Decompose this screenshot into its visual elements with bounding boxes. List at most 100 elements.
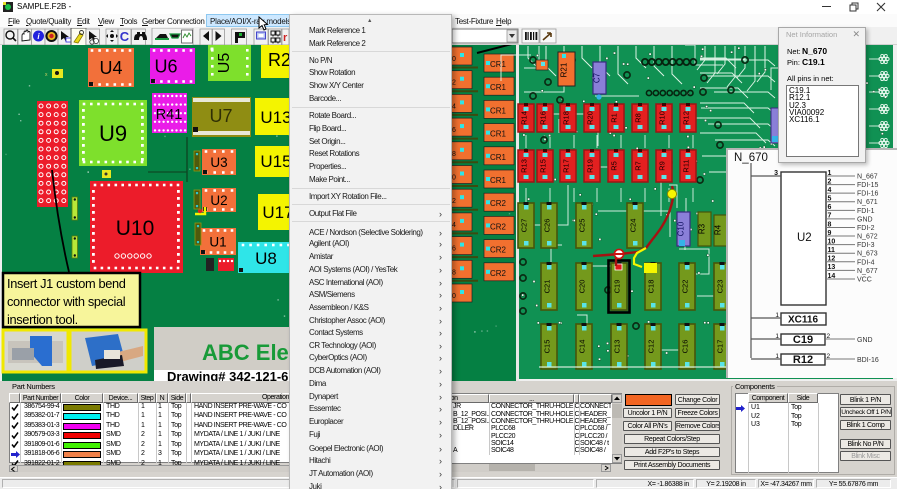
- svg-text:1: 1: [828, 170, 832, 177]
- svg-text:CR2: CR2: [490, 222, 507, 231]
- svg-text:2: 2: [827, 353, 831, 360]
- svg-text:R15: R15: [539, 159, 548, 173]
- svg-text:4: 4: [452, 222, 456, 229]
- svg-text:U6: U6: [154, 56, 177, 76]
- svg-text:6: 6: [828, 204, 832, 211]
- svg-text:R19: R19: [586, 159, 595, 173]
- svg-text:9: 9: [828, 230, 832, 237]
- svg-text:GND: GND: [857, 216, 873, 223]
- svg-text:ABC Elec: ABC Elec: [202, 340, 301, 365]
- svg-text:4: 4: [828, 187, 832, 194]
- svg-text:CR1: CR1: [490, 60, 507, 69]
- svg-text:FDI-4: FDI-4: [857, 259, 875, 266]
- svg-text:5: 5: [828, 196, 832, 203]
- svg-text:U2: U2: [210, 193, 227, 208]
- svg-text:U7: U7: [209, 106, 232, 126]
- svg-text:R21: R21: [560, 62, 569, 77]
- svg-text:FDI-1: FDI-1: [857, 208, 875, 215]
- svg-text:insertion tool.: insertion tool.: [7, 312, 78, 327]
- svg-text:C: C: [120, 29, 130, 44]
- svg-text:1: 1: [775, 353, 779, 360]
- svg-text:R13: R13: [520, 159, 529, 173]
- svg-text:2: 2: [452, 198, 456, 205]
- svg-text:C20: C20: [578, 280, 587, 294]
- svg-text:C21: C21: [543, 280, 552, 294]
- svg-text:FDI-3: FDI-3: [857, 242, 875, 249]
- svg-text:CR1: CR1: [490, 106, 507, 115]
- svg-text:R3: R3: [698, 223, 707, 234]
- svg-text:C19: C19: [793, 334, 813, 346]
- svg-text:R14: R14: [520, 111, 529, 125]
- svg-text:R9: R9: [658, 161, 667, 171]
- svg-text:CR1: CR1: [490, 176, 507, 185]
- svg-text:R2: R2: [268, 50, 291, 70]
- svg-text:C10: C10: [677, 221, 686, 236]
- svg-text:U8: U8: [255, 249, 277, 268]
- svg-text:C13: C13: [613, 340, 622, 354]
- svg-text:U3: U3: [210, 155, 227, 170]
- svg-text:0: 0: [452, 175, 456, 182]
- svg-text:FDI-16: FDI-16: [857, 191, 879, 198]
- svg-text:CR1: CR1: [490, 153, 507, 162]
- svg-text:CR2: CR2: [490, 199, 507, 208]
- svg-text:R16: R16: [539, 111, 548, 125]
- svg-text:6: 6: [452, 246, 456, 253]
- svg-text:C22: C22: [681, 280, 690, 294]
- svg-text:BDI-16: BDI-16: [857, 357, 879, 364]
- svg-text:6: 6: [452, 127, 456, 134]
- svg-text:R12: R12: [682, 111, 691, 125]
- svg-text:C7: C7: [593, 72, 602, 83]
- svg-text:VCC: VCC: [857, 276, 872, 283]
- svg-text:CR2: CR2: [490, 246, 507, 255]
- svg-text:R8: R8: [634, 113, 643, 123]
- svg-text:11: 11: [828, 247, 836, 254]
- svg-text:R17: R17: [562, 159, 571, 173]
- svg-text:connector with special: connector with special: [7, 294, 125, 309]
- svg-text:Insert J1 custom bend: Insert J1 custom bend: [7, 276, 126, 291]
- svg-text:U1: U1: [209, 234, 226, 249]
- svg-text:FDI-15: FDI-15: [857, 182, 879, 189]
- svg-text:2: 2: [452, 80, 456, 87]
- svg-text:R18: R18: [562, 111, 571, 125]
- svg-text:U15: U15: [260, 152, 291, 171]
- svg-text:r: r: [283, 32, 288, 44]
- svg-text:R10: R10: [658, 111, 667, 125]
- svg-text:CR1: CR1: [490, 130, 507, 139]
- svg-text:R1: R1: [610, 113, 619, 123]
- svg-text:C12: C12: [647, 340, 656, 354]
- svg-text:C15: C15: [543, 340, 552, 354]
- svg-text:U10: U10: [116, 217, 155, 240]
- svg-text:C24: C24: [629, 219, 638, 233]
- svg-text:Drawing# 342-121-6: Drawing# 342-121-6: [167, 369, 288, 381]
- svg-text:8: 8: [452, 151, 456, 158]
- svg-text:N_677: N_677: [857, 268, 878, 275]
- svg-text:4: 4: [452, 103, 456, 110]
- svg-text:13: 13: [828, 264, 836, 271]
- svg-text:R11: R11: [682, 159, 691, 172]
- svg-text:FDI-2: FDI-2: [857, 225, 875, 232]
- svg-text:N_670: N_670: [734, 152, 768, 164]
- svg-text:N_671: N_671: [857, 199, 878, 206]
- svg-text:C27: C27: [520, 219, 529, 233]
- svg-text:C25: C25: [578, 219, 587, 233]
- svg-text:U13: U13: [260, 108, 291, 127]
- svg-text:C26: C26: [543, 219, 552, 233]
- svg-text:C14: C14: [578, 340, 587, 354]
- svg-text:C16: C16: [681, 340, 690, 354]
- svg-text:CR2: CR2: [490, 269, 507, 278]
- svg-text:0: 0: [452, 293, 456, 300]
- svg-text:N_673: N_673: [857, 251, 878, 258]
- svg-text:CR1: CR1: [490, 83, 507, 92]
- svg-text:2: 2: [828, 178, 832, 185]
- svg-text:C17: C17: [716, 340, 725, 354]
- svg-text:R5: R5: [610, 161, 619, 171]
- svg-text:XC116: XC116: [788, 315, 818, 326]
- svg-text:C18: C18: [647, 280, 656, 294]
- svg-text:R41: R41: [156, 107, 183, 123]
- svg-text:8: 8: [828, 221, 832, 228]
- svg-text:12: 12: [828, 256, 836, 263]
- svg-text:0: 0: [452, 56, 456, 63]
- svg-text:R7: R7: [634, 161, 643, 171]
- svg-text:R12: R12: [793, 354, 813, 366]
- svg-text:R20: R20: [586, 111, 595, 125]
